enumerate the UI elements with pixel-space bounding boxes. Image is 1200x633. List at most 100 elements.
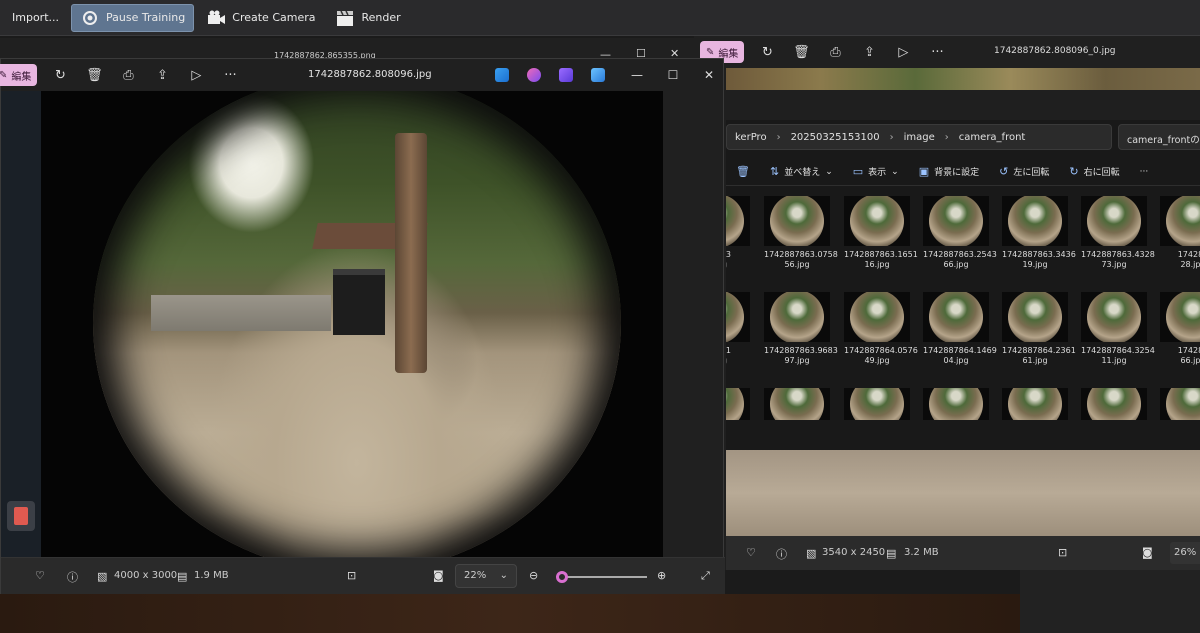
thumbnail-item[interactable]: 1742887863.3436 19.jpg [1002, 196, 1076, 270]
clipchamp-icon[interactable] [527, 68, 541, 82]
thumbnail-item[interactable]: 1742887864.0576 49.jpg [844, 292, 918, 366]
thumbnail-item[interactable]: 1742887863.0758 56.jpg [764, 196, 838, 270]
actual-size-icon[interactable]: ◙ [433, 569, 444, 582]
print-icon[interactable]: ⎙ [824, 41, 846, 63]
thumbnail-item[interactable] [1002, 388, 1070, 420]
photo-viewer[interactable] [41, 91, 663, 557]
thumbnail-item[interactable]: 3.87910.jpg [726, 292, 752, 366]
thumbnail-grid: 2.89730.jpg1742887863.075856.jpg17428878… [726, 196, 1200, 450]
trash-icon[interactable]: 🗑 [83, 64, 105, 86]
fisheye-thumbnail [1008, 388, 1062, 420]
fisheye-thumbnail [770, 196, 824, 246]
thumbnail-image [923, 292, 989, 342]
rotate-icon[interactable]: ↻ [756, 41, 778, 63]
thumbnail-item[interactable]: 2.89730.jpg [726, 196, 752, 270]
breadcrumb-item[interactable]: 20250325153100 [791, 132, 880, 143]
trash-icon: 🗑 [736, 165, 750, 178]
more-icon[interactable]: ··· [219, 64, 241, 86]
set-background-button[interactable]: ▣ 背景に設定 [909, 158, 989, 186]
thumbnail-filename-line1: 1742887863.4328 [1081, 250, 1155, 259]
render-button[interactable]: Render [327, 4, 408, 32]
fisheye-thumbnail [850, 292, 904, 342]
thumbnail-item[interactable]: 17428828.jpg [1160, 196, 1200, 270]
chevron-right-icon: › [889, 131, 894, 143]
more-icon: ··· [1139, 166, 1149, 177]
thumbnail-filename: 17428866.jpg [1160, 346, 1200, 366]
pause-training-button[interactable]: Pause Training [71, 3, 195, 32]
fullscreen-icon[interactable]: ⤢ [701, 569, 710, 583]
info-icon[interactable]: ⓘ [67, 569, 78, 585]
thumbnail-item[interactable] [1160, 388, 1200, 420]
zoom-dropdown[interactable]: 22% ⌄ [455, 564, 517, 588]
zoom-out-icon[interactable]: ⊖ [529, 569, 538, 582]
thumbnail-item[interactable]: 1742887863.1651 16.jpg [844, 196, 918, 270]
gear-icon [83, 10, 97, 25]
thumbnail-item[interactable] [764, 388, 832, 420]
clapperboard-icon [337, 10, 354, 26]
info-icon[interactable]: ⓘ [776, 546, 787, 562]
maximize-icon[interactable]: ☐ [663, 65, 683, 85]
minimize-icon[interactable]: — [627, 65, 647, 85]
zoom-in-icon[interactable]: ⊕ [657, 569, 666, 582]
more-icon[interactable]: ··· [926, 41, 948, 63]
edit-button[interactable]: ✎ 編集 [0, 64, 38, 86]
thumbnail-item[interactable] [923, 388, 991, 420]
fisheye-thumbnail [1166, 292, 1200, 342]
create-camera-button[interactable]: Create Camera [198, 4, 323, 32]
zoom-slider[interactable] [555, 571, 647, 583]
thumbnail-filename-line1: 1742887863.1651 [844, 250, 918, 259]
thumbnail-item[interactable] [1081, 388, 1149, 420]
trash-icon[interactable]: 🗑 [790, 41, 812, 63]
share-icon[interactable]: ⇪ [151, 64, 173, 86]
slideshow-icon[interactable]: ▷ [892, 41, 914, 63]
thumbnail-item[interactable]: 1742887863.4328 73.jpg [1081, 196, 1155, 270]
more-options-button[interactable]: ··· [1130, 158, 1159, 186]
thumbnail-image [764, 292, 830, 342]
search-input[interactable]: camera_frontの検 [1118, 124, 1200, 150]
designer-icon[interactable] [495, 68, 509, 82]
thumbnail-filename-line2: 61.jpg [1022, 356, 1048, 365]
back-zoom[interactable]: 26% [1170, 542, 1200, 564]
save-icon: ▤ [886, 547, 897, 560]
cloud-icon[interactable] [591, 68, 605, 82]
close-icon[interactable]: ✕ [699, 65, 719, 85]
heart-icon[interactable]: ♡ [35, 569, 45, 582]
thumbnail-item[interactable] [844, 388, 912, 420]
breadcrumb-item[interactable]: kerPro [735, 132, 767, 143]
import-button[interactable]: Import... [4, 4, 67, 32]
thumbnail-item[interactable]: 1742887863.9683 97.jpg [764, 292, 838, 366]
photo-app-icon[interactable] [559, 68, 573, 82]
breadcrumb-item[interactable]: image [904, 132, 935, 143]
thumbnail-image [844, 388, 910, 420]
share-icon[interactable]: ⇪ [858, 41, 880, 63]
thumbnail-item[interactable] [726, 388, 752, 420]
app-shortcut[interactable] [7, 501, 35, 531]
render-label: Render [361, 11, 401, 24]
thumbnail-item[interactable]: 17428866.jpg [1160, 292, 1200, 366]
thumbnail-item[interactable]: 1742887864.1469 04.jpg [923, 292, 997, 366]
fisheye-thumbnail [1087, 196, 1141, 246]
fit-screen-icon[interactable]: ⊡ [347, 569, 356, 582]
delete-button[interactable]: 🗑 [726, 158, 760, 186]
view-button[interactable]: ▭ 表示 ⌄ [843, 158, 909, 186]
rotate-icon[interactable]: ↻ [49, 64, 71, 86]
rotate-right-button[interactable]: ↻ 右に回転 [1059, 158, 1129, 186]
thumbnail-item[interactable]: 1742887864.3254 11.jpg [1081, 292, 1155, 366]
zoom-slider-knob[interactable] [555, 571, 568, 583]
print-icon[interactable]: ⎙ [117, 64, 139, 86]
thumbnail-item[interactable]: 1742887864.2361 61.jpg [1002, 292, 1076, 366]
sort-button[interactable]: ⇅ 並べ替え ⌄ [760, 158, 843, 186]
sort-label: 並べ替え [784, 168, 821, 178]
address-bar[interactable]: kerPro › 20250325153100 › image › camera… [726, 124, 1112, 150]
thumbnail-item[interactable]: 1742887863.2543 66.jpg [923, 196, 997, 270]
back-photo-top [726, 68, 1200, 90]
thumbnail-filename: 1742887864.2361 61.jpg [1002, 346, 1076, 366]
rotate-left-button[interactable]: ↺ 左に回転 [989, 158, 1059, 186]
thumbnail-filename-line2: 28.jpg [1180, 260, 1200, 269]
fit-screen-icon[interactable]: ⊡ [1058, 546, 1067, 559]
thumbnail-filename-line2: 66.jpg [1180, 356, 1200, 365]
actual-size-icon[interactable]: ◙ [1142, 546, 1153, 559]
breadcrumb-item[interactable]: camera_front [959, 132, 1026, 143]
heart-icon[interactable]: ♡ [746, 546, 756, 559]
slideshow-icon[interactable]: ▷ [185, 64, 207, 86]
